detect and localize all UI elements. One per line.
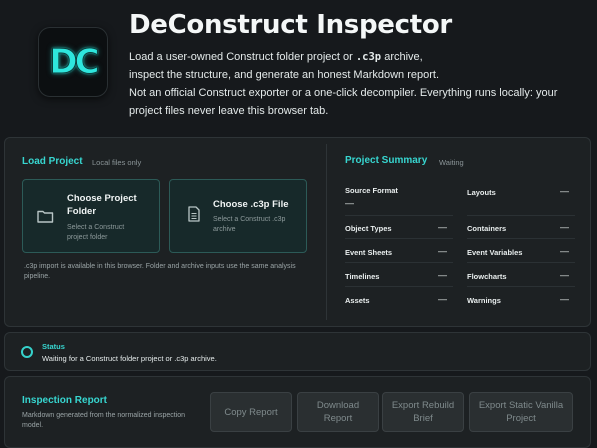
status-indicator-icon — [21, 346, 33, 358]
summary-divider — [345, 215, 453, 216]
choose-folder-button[interactable]: Choose Project Folder Select a Construct… — [22, 179, 160, 253]
choose-folder-title: Choose Project Folder — [67, 193, 137, 217]
choose-c3p-title: Choose .c3p File — [213, 199, 289, 210]
summary-divider — [467, 238, 575, 239]
summary-assets-value: — — [438, 294, 447, 304]
summary-containers-value: — — [560, 222, 569, 232]
export-static-vanilla-label: Export Static Vanilla Project — [478, 400, 564, 424]
project-summary-title: Project Summary — [345, 155, 428, 166]
summary-flowcharts-value: — — [560, 270, 569, 280]
export-rebuild-brief-label: Export Rebuild Brief — [391, 400, 455, 424]
folder-icon — [37, 210, 54, 223]
choose-c3p-button[interactable]: Choose .c3p File Select a Construct .c3p… — [169, 179, 307, 253]
summary-assets-label: Assets — [345, 296, 370, 305]
intro-line2: inspect the structure, and generate an h… — [129, 69, 440, 81]
choose-folder-description: Select a Construct project folder — [67, 224, 125, 241]
export-static-vanilla-button[interactable]: Export Static Vanilla Project — [469, 392, 573, 432]
intro-text: Load a user-owned Construct folder proje… — [129, 48, 569, 120]
intro-line3: Not an official Construct exporter or a … — [129, 87, 558, 117]
summary-divider — [345, 238, 453, 239]
summary-layouts-label: Layouts — [467, 188, 496, 197]
summary-divider — [345, 286, 453, 287]
summary-event-sheets-value: — — [438, 246, 447, 256]
summary-source-format-value: — — [345, 198, 354, 208]
file-icon — [188, 206, 200, 222]
c3p-availability-note: .c3p import is available in this browser… — [24, 263, 296, 280]
intro-line1-b: archive, — [381, 51, 423, 63]
logo-text: DC — [49, 42, 100, 83]
download-report-label: Download Report — [316, 400, 360, 424]
intro-c3p-code: .c3p — [355, 51, 382, 63]
copy-report-button[interactable]: Copy Report — [210, 392, 292, 432]
summary-divider — [467, 262, 575, 263]
summary-warnings-label: Warnings — [467, 296, 501, 305]
load-project-title: Load Project — [22, 156, 83, 167]
summary-layouts-value: — — [560, 186, 569, 196]
project-summary-state: Waiting — [439, 158, 464, 167]
summary-timelines-value: — — [438, 270, 447, 280]
main-panel: Load Project Local files only Choose Pro… — [4, 137, 591, 327]
summary-warnings-value: — — [560, 294, 569, 304]
inspection-report-title: Inspection Report — [22, 395, 108, 406]
summary-divider — [345, 262, 453, 263]
choose-c3p-description: Select a Construct .c3p archive — [213, 216, 286, 233]
summary-flowcharts-label: Flowcharts — [467, 272, 507, 281]
status-label: Status — [42, 342, 65, 351]
panel-divider — [326, 144, 327, 320]
load-project-subtitle: Local files only — [92, 158, 142, 167]
intro-line1-a: Load a user-owned Construct folder proje… — [129, 51, 356, 63]
app-logo: DC — [38, 27, 108, 97]
summary-object-types-value: — — [438, 222, 447, 232]
summary-event-variables-value: — — [560, 246, 569, 256]
summary-event-sheets-label: Event Sheets — [345, 248, 393, 257]
summary-containers-label: Containers — [467, 224, 507, 233]
summary-timelines-label: Timelines — [345, 272, 380, 281]
summary-source-format-label: Source Format — [345, 186, 398, 195]
export-rebuild-brief-button[interactable]: Export Rebuild Brief — [382, 392, 464, 432]
status-panel: Status Waiting for a Construct folder pr… — [4, 332, 591, 371]
summary-object-types-label: Object Types — [345, 224, 392, 233]
summary-event-variables-label: Event Variables — [467, 248, 523, 257]
inspection-report-panel: Inspection Report Markdown generated fro… — [4, 376, 591, 448]
inspection-report-subtitle: Markdown generated from the normalized i… — [22, 412, 186, 429]
summary-divider — [467, 215, 575, 216]
app-title: DeConstruct Inspector — [129, 10, 452, 40]
download-report-button[interactable]: Download Report — [297, 392, 379, 432]
status-text: Waiting for a Construct folder project o… — [42, 354, 217, 363]
summary-divider — [467, 286, 575, 287]
